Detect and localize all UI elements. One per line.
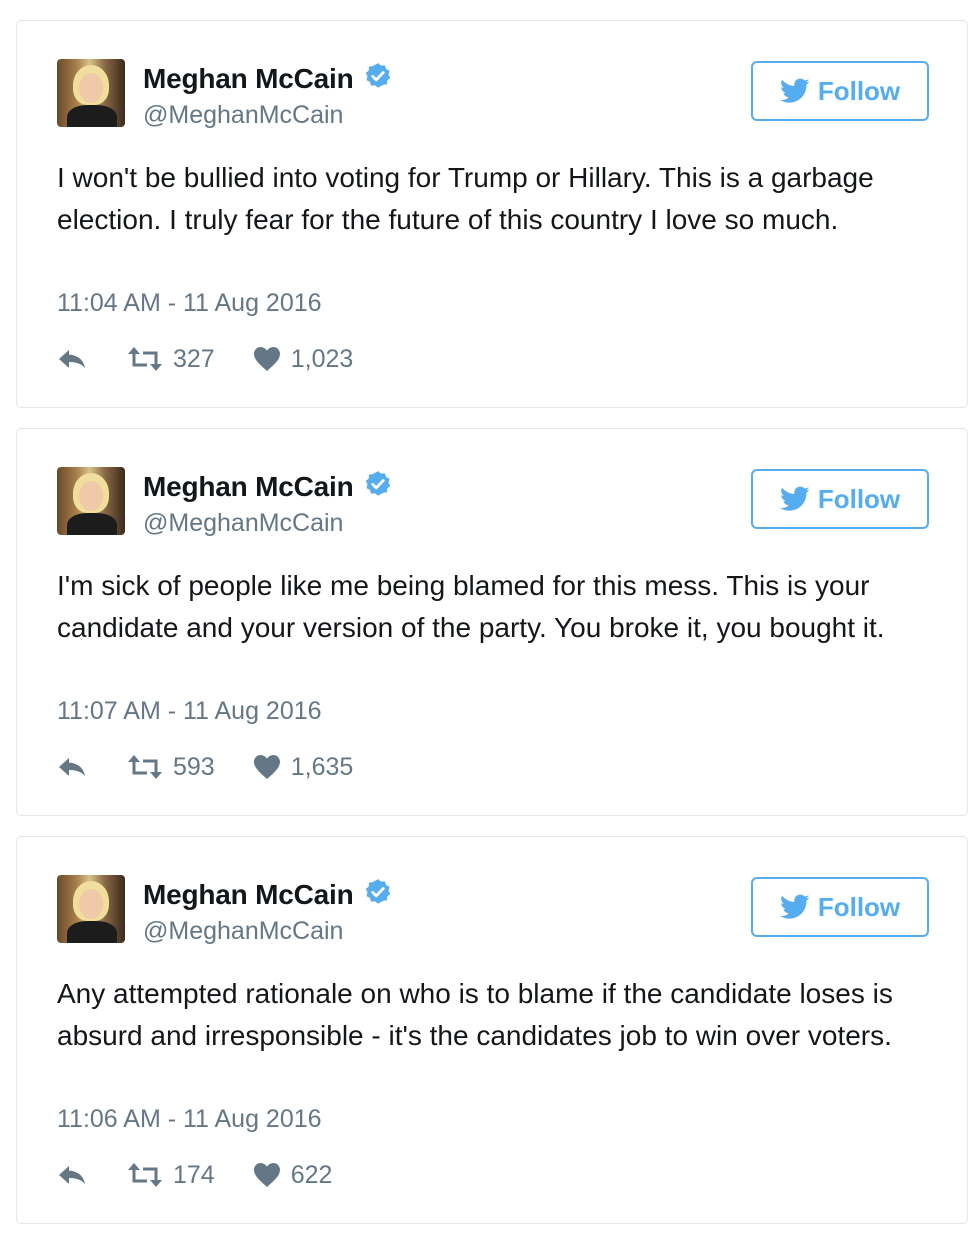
retweet-count: 593 <box>173 752 215 781</box>
tweet-card: Meghan McCain @MeghanMcCain Follow Any a… <box>16 836 968 1224</box>
reply-button[interactable] <box>57 1162 89 1188</box>
reply-icon <box>59 1166 85 1184</box>
author-name[interactable]: Meghan McCain <box>143 879 354 911</box>
avatar[interactable] <box>57 467 125 535</box>
heart-icon <box>253 1163 280 1187</box>
follow-label: Follow <box>817 891 901 922</box>
follow-button[interactable]: Follow <box>751 61 929 121</box>
author-row: Meghan McCain <box>143 877 392 913</box>
tweet-card: Meghan McCain @MeghanMcCain Follow I won… <box>16 20 968 408</box>
retweet-icon <box>128 1163 162 1187</box>
retweet-button[interactable]: 174 <box>127 1161 215 1190</box>
tweet-text: I'm sick of people like me being blamed … <box>57 570 885 643</box>
author-handle[interactable]: @MeghanMcCain <box>143 917 343 946</box>
follow-button[interactable]: Follow <box>751 469 929 529</box>
twitter-bird-icon <box>779 486 810 511</box>
verified-badge-icon <box>365 879 390 904</box>
retweet-button[interactable]: 593 <box>127 753 215 782</box>
reply-button[interactable] <box>57 754 89 780</box>
like-button[interactable]: 1,023 <box>253 344 354 374</box>
like-count: 1,635 <box>290 752 354 781</box>
like-button[interactable]: 622 <box>253 1160 333 1190</box>
tweet-actions: 174 622 <box>57 1157 332 1193</box>
tweet-timestamp[interactable]: 11:06 AM - 11 Aug 2016 <box>57 1105 322 1134</box>
avatar[interactable] <box>57 59 125 127</box>
retweet-button[interactable]: 327 <box>127 345 215 374</box>
heart-icon <box>253 347 280 371</box>
reply-icon <box>59 758 85 776</box>
heart-icon <box>253 755 280 779</box>
tweet-text: I won't be bullied into voting for Trump… <box>57 162 874 235</box>
author-handle[interactable]: @MeghanMcCain <box>143 509 343 538</box>
tweet-timestamp[interactable]: 11:04 AM - 11 Aug 2016 <box>57 289 322 318</box>
follow-label: Follow <box>817 483 901 514</box>
retweet-icon <box>128 347 162 371</box>
retweet-icon <box>128 755 162 779</box>
like-button[interactable]: 1,635 <box>253 752 354 782</box>
reply-button[interactable] <box>57 346 89 372</box>
author-name[interactable]: Meghan McCain <box>143 471 354 503</box>
twitter-bird-icon <box>779 894 810 919</box>
twitter-bird-icon <box>779 78 810 103</box>
verified-badge-icon <box>365 63 390 88</box>
tweet-text: Any attempted rationale on who is to bla… <box>57 978 893 1051</box>
avatar[interactable] <box>57 875 125 943</box>
author-row: Meghan McCain <box>143 469 392 505</box>
follow-label: Follow <box>817 75 901 106</box>
tweet-timestamp[interactable]: 11:07 AM - 11 Aug 2016 <box>57 697 322 726</box>
tweet-card: Meghan McCain @MeghanMcCain Follow I'm s… <box>16 428 968 816</box>
like-count: 1,023 <box>290 344 354 373</box>
tweet-actions: 327 1,023 <box>57 341 353 377</box>
retweet-count: 327 <box>173 344 215 373</box>
author-handle[interactable]: @MeghanMcCain <box>143 101 343 130</box>
follow-button[interactable]: Follow <box>751 877 929 937</box>
verified-badge-icon <box>365 471 390 496</box>
author-row: Meghan McCain <box>143 61 392 97</box>
tweet-actions: 593 1,635 <box>57 749 353 785</box>
retweet-count: 174 <box>173 1160 215 1189</box>
like-count: 622 <box>290 1160 333 1189</box>
author-name[interactable]: Meghan McCain <box>143 63 354 95</box>
reply-icon <box>59 350 85 368</box>
